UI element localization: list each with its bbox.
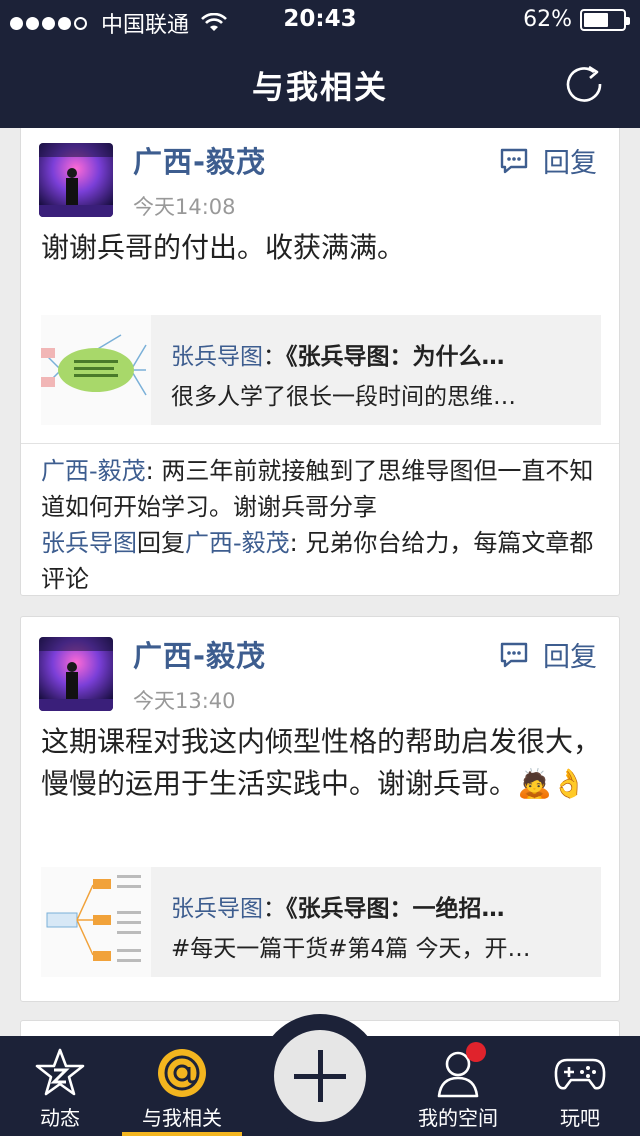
at-icon	[158, 1049, 206, 1097]
avatar[interactable]	[39, 637, 113, 711]
active-tab-indicator	[122, 1132, 242, 1136]
article-preview: 张兵导图：《张兵导图：为什么… 很多人学了很长一段时间的思维…	[151, 315, 601, 425]
tab-mentions[interactable]: 与我相关	[122, 1036, 242, 1136]
compose-button-wrap	[258, 1014, 382, 1136]
divider	[21, 443, 619, 444]
comment-icon	[500, 642, 528, 667]
status-bar: 中国联通 20:43 62%	[0, 0, 640, 40]
comment-separator: :	[289, 529, 306, 557]
status-right: 62%	[523, 7, 630, 32]
comment-author[interactable]: 广西-毅茂	[41, 457, 146, 485]
tab-feed[interactable]: 动态	[0, 1036, 120, 1136]
feed-card: 广西-毅茂 今天13:40 回复 这期课程对我这内倾型性格的帮助启发很大，慢慢的…	[20, 616, 620, 1002]
article-title: 《张兵导图：为什么…	[286, 344, 505, 370]
page-title: 与我相关	[251, 68, 388, 106]
notification-badge	[466, 1042, 486, 1062]
comment-reply-target[interactable]: 广西-毅茂	[185, 529, 290, 557]
article-title: 《张兵导图：一绝招…	[286, 896, 505, 922]
author-name[interactable]: 广西-毅茂	[133, 633, 266, 675]
comment-reply-verb: 回复	[137, 529, 185, 557]
shared-article[interactable]: 张兵导图：《张兵导图：为什么… 很多人学了很长一段时间的思维…	[41, 315, 601, 425]
article-preview: 张兵导图：《张兵导图：一绝招… #每天一篇干货#第4篇 今天，开…	[151, 867, 601, 977]
article-thumbnail	[41, 867, 151, 977]
post-time: 今天13:40	[133, 689, 236, 713]
feed-card: 广西-毅茂 今天14:08 回复 谢谢兵哥的付出。收获满满。 张兵导图：《张兵导…	[20, 128, 620, 596]
article-source[interactable]: 张兵导图	[171, 896, 263, 922]
author-name[interactable]: 广西-毅茂	[133, 139, 266, 181]
article-thumbnail	[41, 315, 151, 425]
reply-button[interactable]: 回复	[499, 635, 597, 674]
post-time: 今天14:08	[133, 195, 236, 219]
emoji-ok-hand: 👌	[551, 767, 587, 800]
comment-item: 张兵导图回复广西-毅茂: 兄弟你台给力，每篇文章都评论	[41, 525, 601, 597]
reply-label: 回复	[543, 148, 597, 179]
article-summary: #每天一篇干货#第4篇 今天，开…	[171, 936, 531, 962]
avatar[interactable]	[39, 143, 113, 217]
tab-label: 我的空间	[418, 1106, 498, 1130]
reply-button[interactable]: 回复	[499, 141, 597, 180]
article-source-colon: ：	[263, 344, 286, 370]
tab-label: 玩吧	[560, 1106, 600, 1130]
comment-author[interactable]: 张兵导图	[41, 529, 137, 557]
comment-item: 广西-毅茂: 两三年前就接触到了思维导图但一直不知道如何开始学习。谢谢兵哥分享	[41, 453, 601, 525]
comment-separator: :	[145, 457, 162, 485]
battery-icon	[580, 8, 630, 31]
battery-percent: 62%	[523, 7, 572, 32]
reply-label: 回复	[543, 642, 597, 673]
comment-icon	[500, 148, 528, 173]
tab-my-space[interactable]: 我的空间	[398, 1036, 518, 1136]
tab-label: 与我相关	[142, 1106, 222, 1130]
gamepad-icon	[554, 1058, 606, 1090]
post-text: 这期课程对我这内倾型性格的帮助启发很大，慢慢的运用于生活实践中。谢谢兵哥。🙇👌	[41, 721, 601, 805]
article-source[interactable]: 张兵导图	[171, 344, 263, 370]
app-header: 中国联通 20:43 62% 与我相关	[0, 0, 640, 128]
plus-icon[interactable]	[274, 1030, 366, 1122]
tab-label: 动态	[40, 1106, 80, 1130]
tab-games[interactable]: 玩吧	[520, 1036, 640, 1136]
notification-feed[interactable]: 广西-毅茂 今天14:08 回复 谢谢兵哥的付出。收获满满。 张兵导图：《张兵导…	[0, 128, 640, 1036]
shared-article[interactable]: 张兵导图：《张兵导图：一绝招… #每天一篇干货#第4篇 今天，开…	[41, 867, 601, 977]
article-source-colon: ：	[263, 896, 286, 922]
post-text: 谢谢兵哥的付出。收获满满。	[41, 231, 406, 264]
article-summary: 很多人学了很长一段时间的思维…	[171, 384, 516, 410]
tab-bar: 动态 与我相关 我的空间 玩吧	[0, 1014, 640, 1136]
refresh-icon[interactable]	[562, 62, 606, 106]
star-icon	[35, 1048, 85, 1096]
title-bar: 与我相关	[0, 40, 640, 128]
emoji-bowing: 🙇	[517, 767, 552, 800]
